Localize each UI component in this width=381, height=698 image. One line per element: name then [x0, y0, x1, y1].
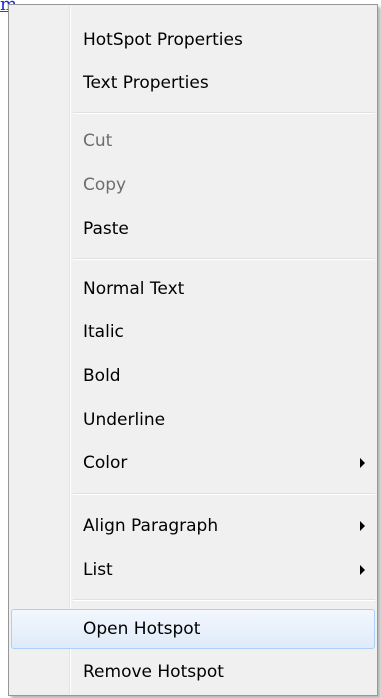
- chevron-right-icon: [360, 565, 365, 575]
- menu-item-label: Open Hotspot: [83, 619, 201, 639]
- menu-item-open-hotspot[interactable]: Open Hotspot: [11, 609, 375, 649]
- menu-item-label: Normal Text: [83, 279, 185, 299]
- menu-item-label: Copy: [83, 175, 127, 195]
- menu-separator: [73, 112, 375, 114]
- menu-item-normal-text[interactable]: Normal Text: [11, 269, 375, 309]
- menu-item-hotspot-properties[interactable]: HotSpot Properties: [11, 20, 375, 60]
- context-menu: HotSpot Properties Text Properties Cut C…: [8, 4, 378, 696]
- menu-item-paste[interactable]: Paste: [11, 209, 375, 249]
- menu-item-label: Underline: [83, 410, 166, 430]
- menu-item-label: Text Properties: [83, 73, 209, 93]
- menu-item-label: Align Paragraph: [83, 516, 219, 536]
- menu-item-label: Italic: [83, 322, 124, 342]
- menu-item-underline[interactable]: Underline: [11, 400, 375, 440]
- menu-item-label: HotSpot Properties: [83, 30, 243, 50]
- menu-separator: [73, 493, 375, 495]
- menu-item-list[interactable]: List: [11, 550, 375, 590]
- chevron-right-icon: [360, 458, 365, 468]
- chevron-right-icon: [360, 521, 365, 531]
- menu-separator: [73, 258, 375, 260]
- menu-item-bold[interactable]: Bold: [11, 356, 375, 396]
- editor-canvas: m HotSpot Properties Text Properties Cut…: [0, 0, 381, 698]
- menu-item-label: Cut: [83, 131, 113, 151]
- menu-separator: [73, 599, 375, 601]
- menu-item-align-paragraph[interactable]: Align Paragraph: [11, 506, 375, 546]
- menu-item-copy: Copy: [11, 165, 375, 205]
- menu-item-remove-hotspot[interactable]: Remove Hotspot: [11, 652, 375, 692]
- menu-item-cut: Cut: [11, 121, 375, 161]
- menu-item-label: Paste: [83, 219, 129, 239]
- menu-item-color[interactable]: Color: [11, 443, 375, 483]
- menu-item-label: List: [83, 560, 113, 580]
- menu-item-label: Remove Hotspot: [83, 662, 224, 682]
- menu-item-label: Bold: [83, 366, 121, 386]
- menu-item-italic[interactable]: Italic: [11, 312, 375, 352]
- menu-item-text-properties[interactable]: Text Properties: [11, 63, 375, 103]
- menu-item-label: Color: [83, 453, 128, 473]
